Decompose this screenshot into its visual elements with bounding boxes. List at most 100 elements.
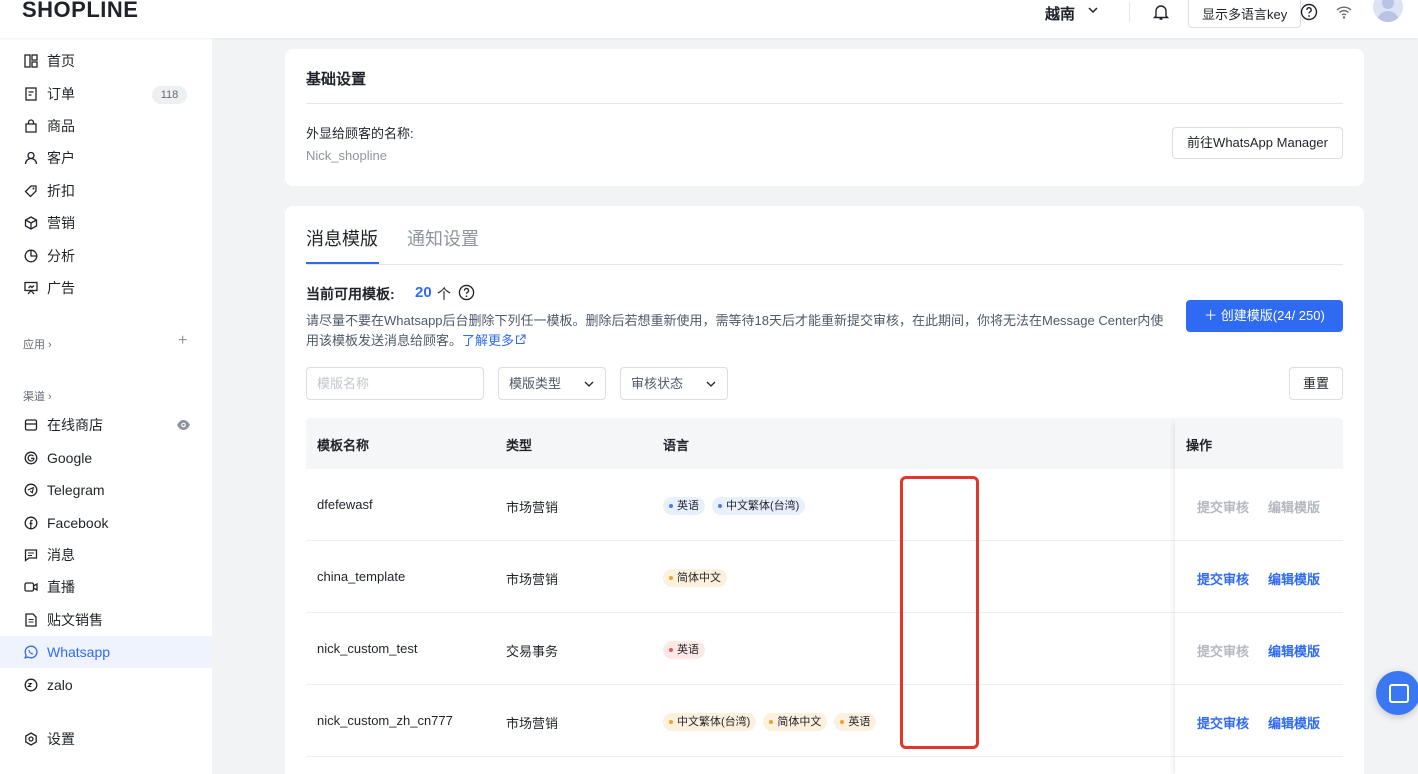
avatar[interactable] — [1373, 0, 1403, 22]
language-selector[interactable]: 越南 — [1045, 3, 1075, 24]
review-status-select[interactable]: 审核状态 — [620, 367, 728, 400]
sidebar-item-label: Whatsapp — [47, 644, 111, 660]
bell-icon[interactable] — [1152, 3, 1170, 21]
sidebar-item-facebook[interactable]: Facebook — [0, 507, 212, 539]
sidebar-item-label: 贴文销售 — [47, 612, 103, 628]
eye-icon[interactable] — [176, 418, 191, 432]
sidebar-item-online-store[interactable]: 在线商店 — [0, 409, 212, 441]
tab-divider — [306, 264, 1343, 265]
sidebar-item-zalo[interactable]: zalo — [0, 669, 212, 701]
sidebar-item-live[interactable]: 直播 — [0, 571, 212, 603]
basic-settings-title: 基础设置 — [306, 71, 367, 88]
basic-settings-card: 基础设置 外显给顾客的名称: Nick_shopline 前往WhatsApp … — [285, 49, 1364, 186]
apps-section-label[interactable]: 应用 › — [23, 336, 52, 352]
message-icon — [24, 548, 38, 562]
whatsapp-manager-button[interactable]: 前往WhatsApp Manager — [1172, 127, 1343, 159]
post-icon — [24, 613, 38, 627]
edit-template-button[interactable]: 编辑模版 — [1268, 569, 1320, 588]
sidebar-item-label: 设置 — [47, 731, 75, 747]
available-templates-label: 当前可用模板: — [306, 286, 395, 302]
sidebar-item-label: Google — [47, 450, 93, 466]
template-name-input[interactable]: 模版名称 — [306, 367, 484, 400]
sidebar-item-messages[interactable]: 消息 — [0, 539, 212, 571]
submit-review-button[interactable]: 提交审核 — [1197, 641, 1249, 660]
submit-review-button[interactable]: 提交审核 — [1197, 569, 1249, 588]
sidebar-item-home[interactable]: 首页 — [0, 45, 212, 77]
templates-card: 消息模版 通知设置 当前可用模板: 20 个 请尽量不要在Whatsapp后台删… — [285, 206, 1364, 774]
help-icon[interactable] — [458, 284, 475, 301]
active-tab-indicator — [306, 262, 379, 264]
sidebar-item-google[interactable]: Google — [0, 442, 212, 474]
template-type-select-label: 模版类型 — [509, 376, 562, 391]
sidebar-item-label: 商品 — [47, 118, 75, 134]
language-tag: 简体中文 — [763, 713, 828, 731]
learn-more-link[interactable]: 了解更多 — [462, 333, 526, 348]
sidebar-item-telegram[interactable]: Telegram — [0, 474, 212, 506]
language-tag: 中文繁体(台湾) — [712, 497, 806, 515]
language-tags: 英语 — [663, 641, 705, 659]
product-icon — [24, 119, 38, 133]
sidebar-item-label: zalo — [47, 677, 73, 693]
sidebar-item-discounts[interactable]: 折扣 — [0, 175, 212, 207]
sidebar-item-whatsapp[interactable]: Whatsapp — [0, 636, 212, 668]
column-header-name: 模板名称 — [317, 438, 370, 453]
submit-review-button[interactable]: 提交审核 — [1197, 497, 1249, 516]
column-header-language: 语言 — [663, 438, 690, 453]
language-tag: 英语 — [663, 641, 705, 659]
column-header-type: 类型 — [506, 438, 533, 453]
help-icon[interactable] — [1300, 3, 1318, 21]
sidebar-item-post-sales[interactable]: 贴文销售 — [0, 604, 212, 636]
analytics-icon — [24, 249, 38, 263]
template-type-select[interactable]: 模版类型 — [498, 367, 606, 400]
sidebar-item-analytics[interactable]: 分析 — [0, 240, 212, 272]
chevron-down-icon[interactable] — [1086, 3, 1100, 17]
tab-notification-settings[interactable]: 通知设置 — [407, 225, 479, 251]
available-templates-count: 20 — [415, 284, 432, 301]
external-link-icon — [515, 334, 526, 345]
whatsapp-icon — [24, 645, 38, 659]
chat-support-button[interactable] — [1376, 671, 1418, 715]
order-icon — [24, 87, 38, 101]
show-language-key-button[interactable]: 显示多语言key — [1188, 0, 1302, 28]
sidebar-item-products[interactable]: 商品 — [0, 110, 212, 142]
create-template-button[interactable]: ＋ 创建模版(24/ 250) — [1186, 300, 1343, 332]
chevron-down-icon — [706, 381, 716, 387]
display-name-value: Nick_shopline — [306, 148, 387, 163]
sidebar-item-label: Facebook — [47, 515, 109, 531]
wifi-icon — [1336, 6, 1352, 19]
display-name-label: 外显给顾客的名称: — [306, 126, 414, 141]
shopline-logo[interactable]: SHOPLINE — [22, 0, 138, 23]
channels-section-label[interactable]: 渠道 › — [23, 388, 52, 404]
sidebar-item-marketing[interactable]: 营销 — [0, 207, 212, 239]
reset-button[interactable]: 重置 — [1289, 367, 1343, 400]
edit-template-button[interactable]: 编辑模版 — [1268, 497, 1320, 516]
sidebar-item-label: 消息 — [47, 547, 75, 563]
tab-message-templates[interactable]: 消息模版 — [306, 225, 378, 251]
notice-text: 请尽量不要在Whatsapp后台删除下列任一模板。删除后若想重新使用，需等待18… — [306, 313, 1164, 348]
template-name: dfefewasf — [317, 497, 373, 512]
ads-icon — [24, 281, 38, 295]
add-app-icon[interactable]: + — [178, 332, 187, 350]
google-icon — [24, 451, 38, 465]
sidebar-item-label: Telegram — [47, 482, 105, 498]
chevron-down-icon — [584, 381, 594, 387]
order-count-badge: 118 — [152, 86, 187, 104]
sidebar-item-customers[interactable]: 客户 — [0, 142, 212, 174]
template-name: china_template — [317, 569, 406, 584]
edit-template-button[interactable]: 编辑模版 — [1268, 641, 1320, 660]
language-tag: 英语 — [663, 497, 705, 515]
home-icon — [24, 54, 38, 68]
sidebar-item-orders[interactable]: 订单 118 — [0, 78, 212, 110]
sidebar-item-settings[interactable]: 设置 — [0, 723, 212, 755]
available-templates-unit: 个 — [437, 286, 451, 302]
sidebar-item-label: 订单 — [47, 86, 75, 102]
edit-template-button[interactable]: 编辑模版 — [1268, 713, 1320, 732]
template-type: 市场营销 — [506, 716, 559, 731]
sidebar-item-label: 客户 — [47, 150, 75, 166]
zalo-icon — [24, 678, 38, 692]
store-icon — [24, 418, 38, 432]
telegram-icon — [24, 483, 38, 497]
sidebar-item-label: 首页 — [47, 53, 75, 69]
sidebar-item-ads[interactable]: 广告 — [0, 272, 212, 304]
submit-review-button[interactable]: 提交审核 — [1197, 713, 1249, 732]
